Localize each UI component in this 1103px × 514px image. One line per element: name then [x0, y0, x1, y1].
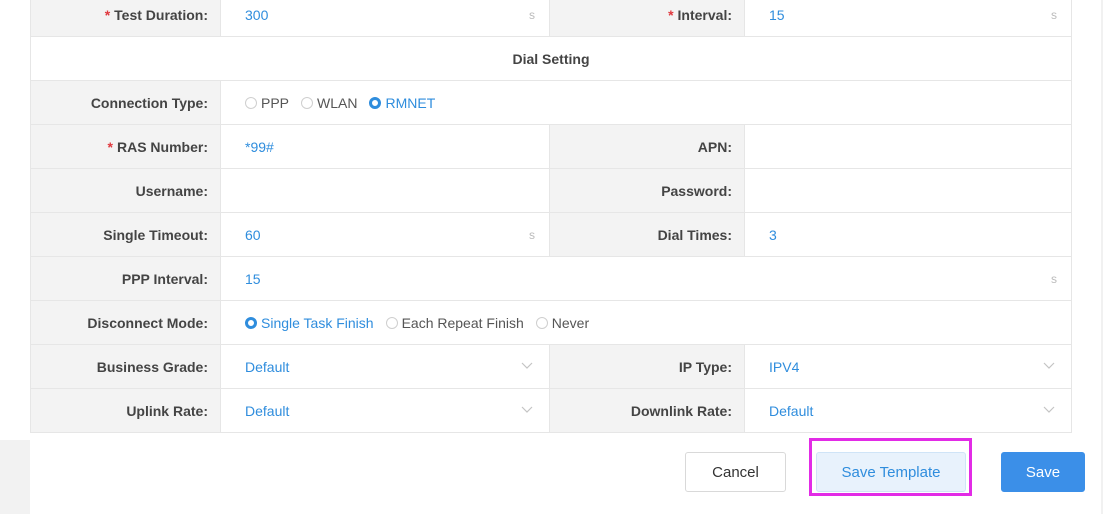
test-duration-input[interactable]: 300 s: [221, 0, 550, 37]
password-label: Password:: [550, 169, 745, 213]
username-label: Username:: [31, 169, 221, 213]
save-button[interactable]: Save: [1001, 452, 1085, 492]
radio-label: Each Repeat Finish: [401, 314, 524, 331]
radio-label: Never: [551, 314, 590, 331]
username-input[interactable]: [221, 169, 550, 213]
highlight-box: [809, 438, 972, 496]
select-value: Default: [245, 402, 290, 419]
form-scroll-area[interactable]: * Test Duration: 300 s * Interval: 15 s Dial…: [0, 0, 1103, 440]
left-panel-edge: [0, 440, 30, 514]
radio-circle-icon: [301, 96, 314, 109]
uplink-rate-select[interactable]: Default: [221, 389, 550, 433]
downlink-rate-label: Downlink Rate:: [550, 389, 745, 433]
radio-circle-icon: [245, 96, 257, 109]
chevron-down-icon: [1043, 406, 1055, 413]
ppp-interval-label: PPP Interval:: [31, 257, 221, 301]
interval-label: * Interval:: [550, 0, 745, 37]
connection-type-label: Connection Type:: [31, 81, 221, 125]
apn-label: APN:: [550, 125, 745, 169]
form-row-ppp-interval: PPP Interval: 15 s: [31, 257, 1072, 301]
single-timeout-label: Single Timeout:: [31, 213, 221, 257]
ras-number-label: * RAS Number:: [31, 125, 221, 169]
select-value: Default: [245, 358, 290, 375]
cancel-button[interactable]: Cancel: [685, 452, 786, 492]
unit-suffix: s: [1051, 7, 1057, 22]
form-row-rates: Uplink Rate: Default Downlink Rate: Defa…: [31, 389, 1072, 433]
radio-label: PPP: [261, 94, 290, 111]
section-header-row: Dial Setting: [31, 37, 1072, 81]
input-value: *99#: [245, 138, 274, 155]
test-duration-label: * Test Duration:: [31, 0, 221, 37]
required-mark: *: [668, 6, 674, 23]
radio-ppp[interactable]: PPP: [245, 95, 289, 111]
form-row-connection-type: Connection Type: PPP WLAN RMNET: [31, 81, 1072, 125]
connection-type-group: PPP WLAN RMNET: [221, 81, 1072, 125]
form-row-duration: * Test Duration: 300 s * Interval: 15 s: [31, 0, 1072, 37]
chevron-down-icon: [1043, 362, 1055, 369]
chevron-down-icon: [521, 362, 533, 369]
input-value: 15: [769, 6, 785, 23]
radio-label: Single Task Finish: [261, 314, 374, 331]
unit-suffix: s: [529, 7, 535, 22]
disconnect-mode-label: Disconnect Mode:: [31, 301, 221, 345]
disconnect-mode-group: Single Task Finish Each Repeat Finish Ne…: [221, 301, 1072, 345]
input-value: 3: [769, 226, 777, 243]
ip-type-label: IP Type:: [550, 345, 745, 389]
form-row-timeout: Single Timeout: 60 s Dial Times: 3: [31, 213, 1072, 257]
business-grade-label: Business Grade:: [31, 345, 221, 389]
label-text: Test Duration:: [114, 6, 208, 23]
apn-input[interactable]: [745, 125, 1072, 169]
radio-never[interactable]: Never: [535, 314, 590, 331]
radio-rmnet[interactable]: RMNET: [369, 95, 435, 111]
radio-each-repeat-finish[interactable]: Each Repeat Finish: [385, 314, 524, 331]
select-value: IPV4: [769, 358, 800, 375]
input-value: 15: [245, 270, 261, 287]
ras-number-input[interactable]: *99#: [221, 125, 550, 169]
ppp-interval-input[interactable]: 15 s: [221, 257, 1072, 301]
uplink-rate-label: Uplink Rate:: [31, 389, 221, 433]
required-mark: *: [104, 6, 111, 23]
section-title: Dial Setting: [31, 37, 1072, 81]
unit-suffix: s: [1051, 271, 1057, 286]
required-mark: *: [107, 138, 113, 155]
label-text: Interval:: [677, 6, 732, 23]
task-settings-form: * Test Duration: 300 s * Interval: 15 s Dial…: [30, 0, 1072, 433]
password-input[interactable]: [745, 169, 1072, 213]
form-row-credentials: Username: Password:: [31, 169, 1072, 213]
form-row-ras-apn: * RAS Number: *99# APN:: [31, 125, 1072, 169]
ip-type-select[interactable]: IPV4: [745, 345, 1072, 389]
radio-label: WLAN: [317, 94, 358, 111]
downlink-rate-select[interactable]: Default: [745, 389, 1072, 433]
single-timeout-input[interactable]: 60 s: [221, 213, 550, 257]
radio-circle-icon: [385, 316, 398, 329]
interval-input[interactable]: 15 s: [745, 0, 1072, 37]
radio-single-task-finish[interactable]: Single Task Finish: [245, 315, 374, 331]
form-row-grade-iptype: Business Grade: Default IP Type: IPV4: [31, 345, 1072, 389]
dial-times-label: Dial Times:: [550, 213, 745, 257]
chevron-down-icon: [521, 406, 533, 413]
radio-selected-icon: [245, 316, 257, 329]
input-value: 300: [245, 6, 269, 23]
radio-selected-icon: [369, 96, 382, 109]
radio-circle-icon: [535, 316, 548, 329]
radio-label: RMNET: [385, 94, 436, 111]
radio-wlan[interactable]: WLAN: [301, 95, 357, 111]
input-value: 60: [245, 226, 261, 243]
form-row-disconnect-mode: Disconnect Mode: Single Task Finish Each…: [31, 301, 1072, 345]
business-grade-select[interactable]: Default: [221, 345, 550, 389]
unit-suffix: s: [529, 227, 535, 242]
select-value: Default: [769, 402, 814, 419]
dial-times-input[interactable]: 3: [745, 213, 1072, 257]
label-text: RAS Number:: [116, 138, 208, 155]
